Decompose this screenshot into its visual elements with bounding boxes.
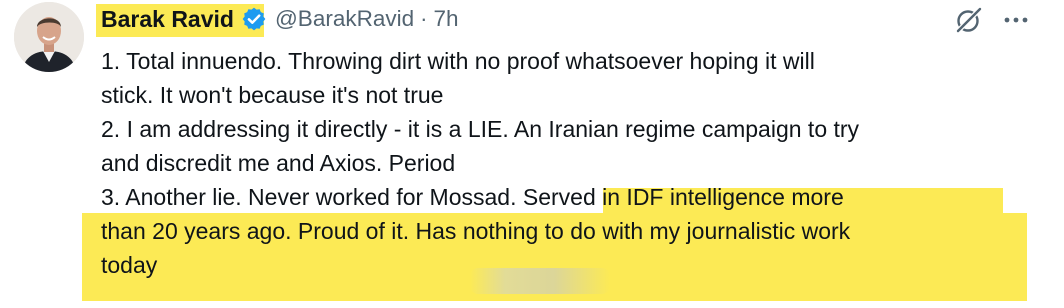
author-name[interactable]: Barak Ravid	[101, 6, 234, 33]
tweet-line: 2. I am addressing it directly - it is a…	[101, 116, 860, 142]
avatar[interactable]	[14, 2, 84, 72]
avatar-portrait-icon	[14, 2, 84, 72]
tweet-line: 3. Another lie. Never worked for Mossad.…	[101, 180, 1021, 214]
tweet-text: 1. Total innuendo. Throwing dirt with no…	[101, 44, 1021, 282]
tweet-card: Barak Ravid @BarakRavid · 7h 1. Total in…	[0, 0, 1064, 308]
grok-icon[interactable]	[954, 5, 984, 35]
tweet-line: stick. It won't because it's not true	[101, 82, 444, 108]
tweet-line: and discredit me and Axios. Period	[101, 150, 456, 176]
tweet-timestamp[interactable]: 7h	[433, 6, 458, 32]
tweet-line: 1. Total innuendo. Throwing dirt with no…	[101, 48, 815, 74]
tweet-line-part: 3. Another lie. Never worked for Mossad.	[101, 184, 523, 210]
author-handle[interactable]: @BarakRavid	[275, 6, 414, 32]
tweet-header: Barak Ravid @BarakRavid · 7h	[101, 3, 458, 35]
more-options-icon[interactable]	[1001, 9, 1031, 31]
tweet-line: than 20 years ago. Proud of it. Has noth…	[101, 218, 851, 244]
header-separator: ·	[420, 6, 428, 31]
blurred-watermark	[470, 268, 610, 294]
verified-checkmark-icon[interactable]	[241, 6, 267, 32]
tweet-line-part-highlighted: Served in IDF intelligence more	[522, 184, 844, 210]
